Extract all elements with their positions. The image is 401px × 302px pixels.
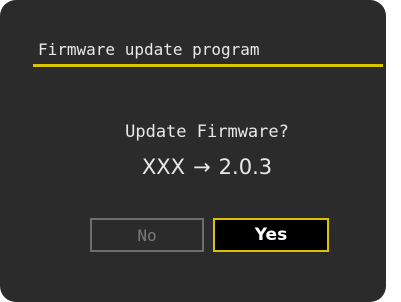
arrow-right-icon: →: [193, 155, 211, 179]
firmware-update-screen: Firmware update program Update Firmware?…: [0, 0, 386, 302]
update-question: Update Firmware?: [125, 122, 289, 142]
title-underline: [33, 64, 383, 67]
yes-button[interactable]: Yes: [213, 218, 329, 252]
no-button[interactable]: No: [90, 218, 204, 252]
dialog-title: Firmware update program: [38, 40, 260, 59]
current-version: XXX: [141, 155, 186, 179]
version-change: XXX → 2.0.3: [0, 155, 386, 179]
target-version: 2.0.3: [218, 155, 273, 179]
background-margin: [386, 0, 401, 302]
